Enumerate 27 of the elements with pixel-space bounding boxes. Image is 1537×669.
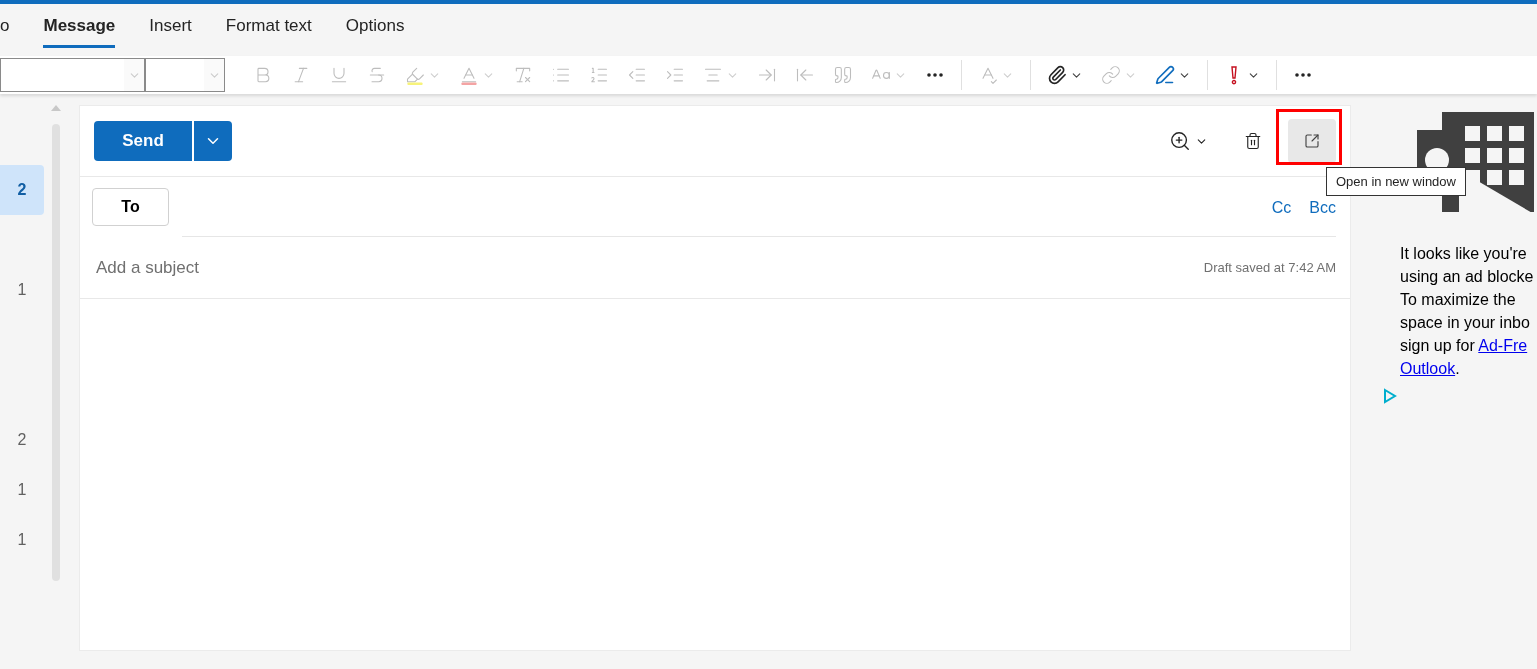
zoom-in-icon — [1169, 130, 1191, 152]
folder-count[interactable]: 1 — [0, 515, 44, 565]
ribbon-tab[interactable]: Message — [43, 4, 116, 48]
draft-status: Draft saved at 7:42 AM — [1203, 260, 1336, 275]
bcc-link[interactable]: Bcc — [1309, 199, 1336, 217]
tooltip: Open in new window — [1326, 167, 1466, 196]
ad-free-link[interactable]: Outlook — [1400, 360, 1456, 377]
scroll-up-icon[interactable] — [51, 105, 61, 111]
ribbon-tab[interactable]: Options — [345, 4, 405, 48]
to-button[interactable]: To — [92, 188, 169, 226]
ribbon-tab[interactable]: o — [0, 4, 10, 48]
send-button[interactable]: Send — [94, 121, 192, 161]
folder-count[interactable]: 2 — [0, 415, 44, 465]
folder-count[interactable]: 2 — [0, 165, 44, 215]
open-new-window-button[interactable] — [1288, 119, 1336, 163]
pop-out-icon — [1304, 133, 1320, 149]
folder-count[interactable]: 1 — [0, 265, 44, 315]
cc-link[interactable]: Cc — [1271, 199, 1292, 217]
folder-count[interactable]: 1 — [0, 465, 44, 515]
ad-choices-icon[interactable] — [1383, 388, 1397, 404]
ribbon-tab[interactable]: Format text — [225, 4, 312, 48]
annotation-frame — [1276, 109, 1342, 165]
trash-icon — [1244, 132, 1262, 150]
ad-free-link[interactable]: Ad-Fre — [1478, 337, 1528, 354]
ribbon-tab[interactable]: Insert — [149, 4, 192, 48]
ad-blocker-message: It looks like you're using an ad blocke To maximize the space in your inbo sign up for Ad-Fre Outlook. — [1400, 244, 1535, 379]
send-options-button[interactable] — [194, 121, 232, 161]
